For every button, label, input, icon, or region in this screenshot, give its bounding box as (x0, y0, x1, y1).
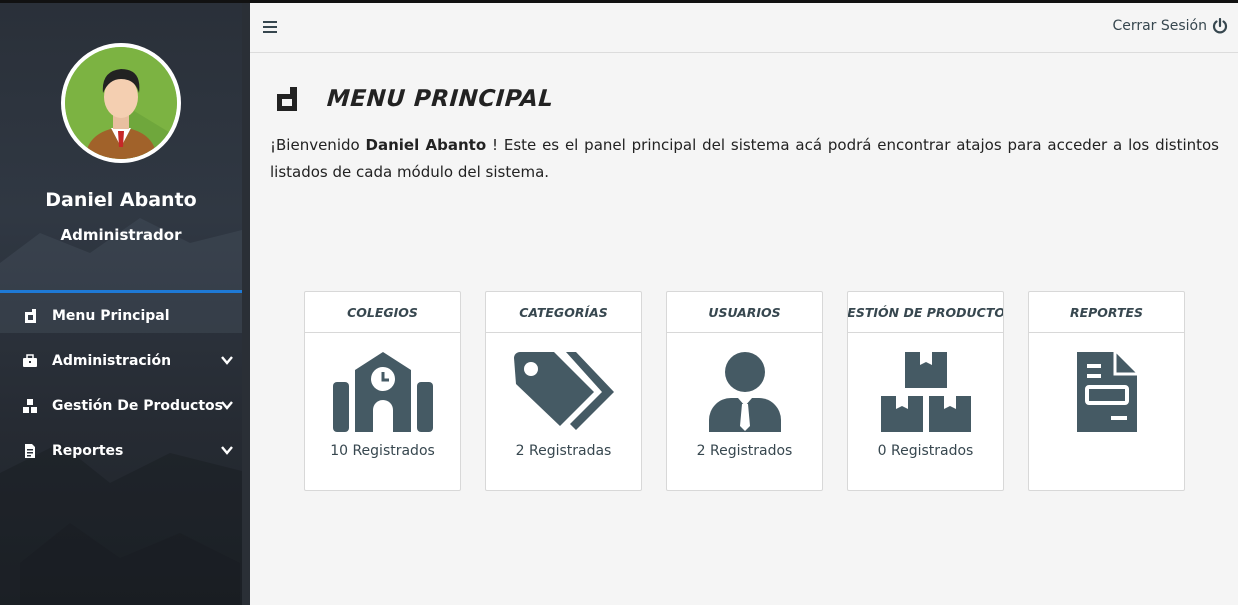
avatar (61, 43, 181, 163)
card-title: USUARIOS (667, 292, 822, 333)
card-count: 0 Registrados (877, 443, 974, 459)
file-report-icon (22, 443, 38, 459)
card-count: 10 Registrados (330, 443, 435, 459)
page-title: MENU PRINCIPAL (326, 86, 555, 112)
logout-label: Cerrar Sesión (1112, 18, 1207, 34)
card-categorias[interactable]: CATEGORÍAS 2 Registradas (485, 291, 642, 491)
card-gestion-productos[interactable]: GESTIÓN DE PRODUCTOS 0 Registrados (847, 291, 1004, 491)
card-usuarios[interactable]: USUARIOS 2 Registrados (666, 291, 823, 491)
card-title: CATEGORÍAS (486, 292, 641, 333)
card-colegios[interactable]: COLEGIOS 10 Registrados (304, 291, 461, 491)
user-tie-icon (708, 352, 781, 432)
sidebar-item-label: Administración (52, 352, 172, 369)
sidebar-item-gestion-productos[interactable]: Gestión De Productos (0, 383, 242, 428)
sidebar-item-label: Reportes (52, 442, 124, 459)
user-role: Administrador (60, 226, 182, 244)
user-name: Daniel Abanto (45, 189, 197, 211)
welcome-user-name: Daniel Abanto (365, 136, 487, 154)
report-file-icon (1076, 352, 1137, 432)
app-logo-icon (277, 87, 297, 111)
logout-button[interactable]: Cerrar Sesión (1112, 18, 1228, 34)
school-icon (332, 352, 433, 432)
card-count: 2 Registradas (515, 443, 612, 459)
chevron-down-icon (221, 446, 233, 455)
welcome-message: ¡Bienvenido Daniel Abanto ! Este es el p… (270, 136, 1220, 181)
app-logo-icon (22, 308, 38, 324)
sidebar-item-administracion[interactable]: Administración (0, 338, 242, 383)
top-header: Cerrar Sesión (250, 3, 1238, 53)
tags-icon (513, 352, 614, 430)
shortcut-cards: COLEGIOS 10 Registrados CATEGORÍAS 2 Reg… (304, 291, 1185, 491)
page-title-row: MENU PRINCIPAL (275, 86, 554, 112)
power-icon (1212, 18, 1228, 34)
sidebar-item-label: Menu Principal (52, 307, 170, 324)
chevron-down-icon (221, 401, 233, 410)
briefcase-icon (22, 353, 38, 369)
sidebar-menu: Menu Principal Administración Gestión De… (0, 293, 242, 473)
card-reportes[interactable]: REPORTES (1028, 291, 1185, 491)
hamburger-menu-icon[interactable] (263, 20, 277, 34)
boxes-icon (22, 398, 38, 414)
sidebar-item-label: Gestión De Productos (52, 397, 223, 414)
card-count: 2 Registrados (696, 443, 793, 459)
card-title: COLEGIOS (305, 292, 460, 333)
boxes-icon (880, 352, 971, 432)
sidebar-item-reportes[interactable]: Reportes (0, 428, 242, 473)
chevron-down-icon (221, 356, 233, 365)
card-title: REPORTES (1029, 292, 1184, 333)
card-title: GESTIÓN DE PRODUCTOS (848, 292, 1003, 333)
sidebar-item-menu-principal[interactable]: Menu Principal (0, 293, 242, 338)
sidebar: Daniel Abanto Administrador Menu Princip… (0, 3, 250, 605)
